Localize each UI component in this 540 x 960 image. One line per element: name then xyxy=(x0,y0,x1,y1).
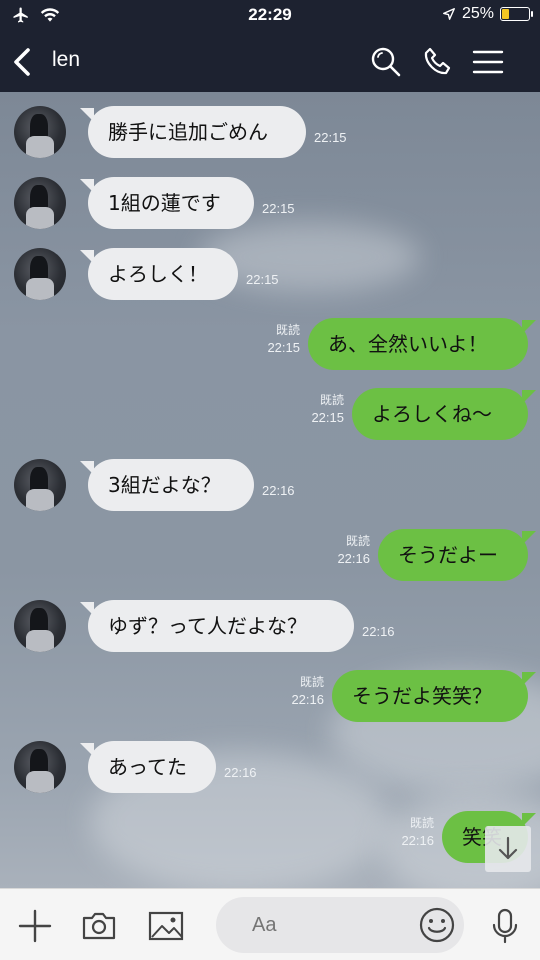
phone-icon[interactable] xyxy=(420,44,456,80)
outgoing-message-bubble[interactable]: あ、全然いいよ！ xyxy=(308,318,536,370)
contact-avatar[interactable] xyxy=(14,741,66,793)
chat-header: len xyxy=(0,32,540,92)
contact-avatar[interactable] xyxy=(14,248,66,300)
outgoing-message-bubble[interactable]: そうだよ笑笑？ xyxy=(332,670,536,722)
incoming-message-bubble[interactable]: あってた xyxy=(80,741,216,793)
read-receipt: 既読 xyxy=(319,393,344,407)
battery-icon xyxy=(500,7,533,21)
message-timestamp: 22:15 xyxy=(262,201,295,216)
outgoing-message-bubble[interactable]: そうだよー xyxy=(378,529,536,581)
contact-avatar[interactable] xyxy=(14,459,66,511)
status-right: 25% xyxy=(442,5,533,23)
contact-avatar[interactable] xyxy=(14,600,66,652)
message-timestamp: 22:15 xyxy=(311,410,344,425)
location-arrow-icon xyxy=(443,8,455,20)
message-timestamp: 22:16 xyxy=(291,692,324,707)
message-meta: 既読 22:15 xyxy=(267,322,300,356)
arrow-down-icon xyxy=(498,836,518,860)
chat-area[interactable]: 勝手に追加ごめん 22:15 1組の蓮です 22:15 よろしく！ 22:15 あ、全然いい… xyxy=(0,92,540,888)
message-timestamp: 22:15 xyxy=(314,130,347,145)
chat-title: len xyxy=(52,48,81,71)
message-timestamp: 22:16 xyxy=(362,624,395,639)
incoming-message-bubble[interactable]: 3組だよな？ xyxy=(80,459,254,511)
read-receipt: 既読 xyxy=(275,323,300,337)
input-bar xyxy=(0,888,540,960)
emoji-icon[interactable] xyxy=(418,906,456,944)
contact-avatar[interactable] xyxy=(14,177,66,229)
message-timestamp: 22:15 xyxy=(267,340,300,355)
read-receipt: 既読 xyxy=(345,534,370,548)
incoming-message-bubble[interactable]: よろしく！ xyxy=(80,248,238,300)
message-meta: 既読 22:15 xyxy=(311,392,344,426)
message-meta: 既読 22:16 xyxy=(401,815,434,849)
message-timestamp: 22:16 xyxy=(224,765,257,780)
read-receipt: 既読 xyxy=(409,816,434,830)
battery-level xyxy=(502,9,509,19)
plus-icon[interactable] xyxy=(16,907,54,945)
camera-icon[interactable] xyxy=(80,907,118,945)
message-meta: 既読 22:16 xyxy=(291,674,324,708)
incoming-message-bubble[interactable]: ゆず？って人だよな？ xyxy=(80,600,354,652)
microphone-icon[interactable] xyxy=(486,907,524,945)
image-icon[interactable] xyxy=(147,907,185,945)
scroll-down-button[interactable] xyxy=(485,826,531,872)
battery-percent: 25% xyxy=(461,5,494,22)
menu-icon[interactable] xyxy=(470,44,506,80)
contact-avatar[interactable] xyxy=(14,106,66,158)
message-meta: 既読 22:16 xyxy=(337,533,370,567)
message-timestamp: 22:16 xyxy=(262,483,295,498)
message-timestamp: 22:15 xyxy=(246,272,279,287)
incoming-message-bubble[interactable]: 勝手に追加ごめん xyxy=(80,106,306,158)
incoming-message-bubble[interactable]: 1組の蓮です xyxy=(80,177,254,229)
status-bar: 22:29 25% xyxy=(0,0,540,32)
search-icon[interactable] xyxy=(368,44,404,80)
back-chevron-icon[interactable] xyxy=(8,44,40,80)
message-timestamp: 22:16 xyxy=(337,551,370,566)
message-timestamp: 22:16 xyxy=(401,833,434,848)
read-receipt: 既読 xyxy=(299,675,324,689)
outgoing-message-bubble[interactable]: よろしくね〜 xyxy=(352,388,536,440)
